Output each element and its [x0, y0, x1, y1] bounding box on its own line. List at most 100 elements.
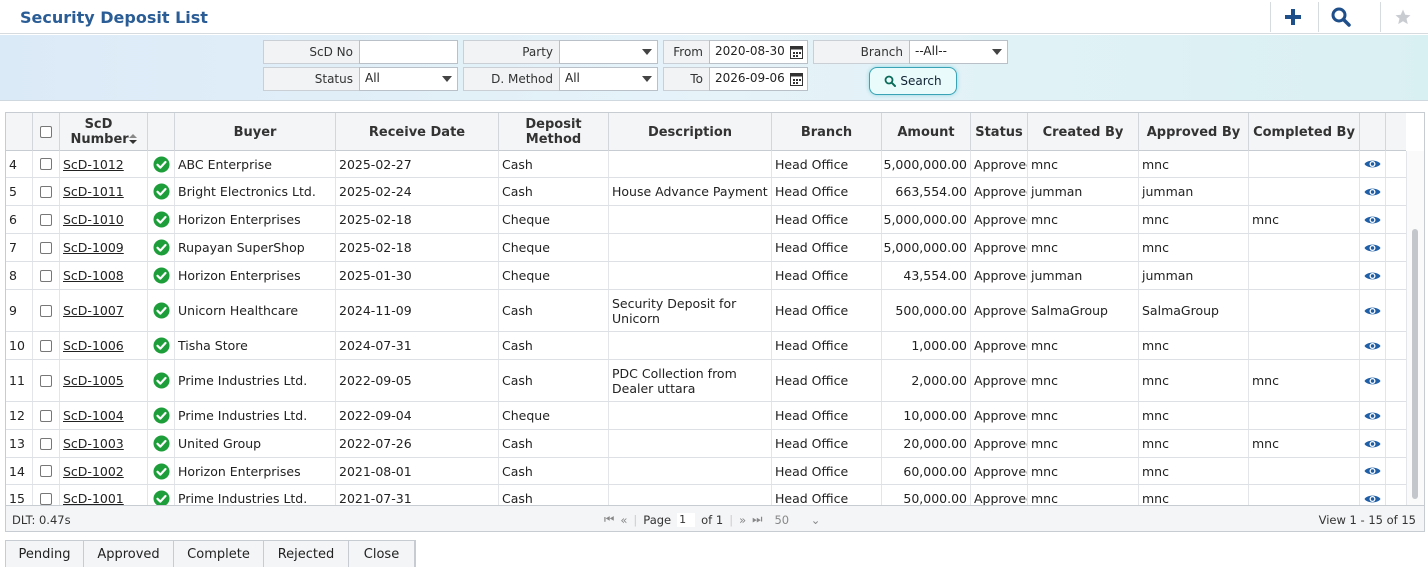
row-checkbox-cell[interactable] [33, 262, 60, 289]
calendar-icon[interactable] [790, 72, 803, 86]
page-size-select[interactable]: 50 ⌄ [774, 513, 820, 527]
row-checkbox[interactable] [40, 304, 52, 317]
favorite-button[interactable] [1380, 2, 1424, 32]
scd-number-cell[interactable]: ScD-1008 [60, 262, 148, 289]
search-toggle-button[interactable] [1318, 2, 1362, 32]
scd-number-cell[interactable]: ScD-1004 [60, 402, 148, 429]
row-checkbox[interactable] [40, 185, 52, 198]
row-checkbox-cell[interactable] [33, 430, 60, 457]
view-cell[interactable] [1360, 206, 1386, 233]
scd-number-link[interactable]: ScD-1008 [63, 268, 124, 283]
table-row[interactable]: 7 ScD-1009 Rupayan SuperShop 2025-02-18 Cheq… [6, 234, 1406, 262]
row-checkbox[interactable] [40, 437, 52, 450]
scd-number-cell[interactable]: ScD-1002 [60, 458, 148, 484]
tab-approved[interactable]: Approved [84, 541, 174, 567]
receive-date-header[interactable]: Receive Date [336, 113, 499, 151]
row-checkbox-cell[interactable] [33, 151, 60, 177]
row-checkbox-cell[interactable] [33, 290, 60, 331]
scrollbar-thumb[interactable] [1412, 229, 1418, 499]
view-cell[interactable] [1360, 178, 1386, 205]
scd-number-cell[interactable]: ScD-1010 [60, 206, 148, 233]
view-cell[interactable] [1360, 430, 1386, 457]
table-row[interactable]: 13 ScD-1003 United Group 2022-07-26 Cash Head… [6, 430, 1406, 458]
buyer-header[interactable]: Buyer [175, 113, 336, 151]
completed-by-header[interactable]: Completed By [1249, 113, 1360, 151]
row-checkbox[interactable] [40, 241, 52, 254]
view-cell[interactable] [1360, 458, 1386, 484]
row-checkbox-cell[interactable] [33, 360, 60, 401]
prev-page-icon[interactable]: « [620, 513, 627, 527]
search-button[interactable]: Search [869, 67, 957, 95]
eye-icon[interactable] [1364, 214, 1381, 226]
row-checkbox[interactable] [40, 339, 52, 352]
status-select[interactable]: All [359, 67, 458, 91]
view-cell[interactable] [1360, 290, 1386, 331]
scd-number-cell[interactable]: ScD-1011 [60, 178, 148, 205]
eye-icon[interactable] [1364, 340, 1381, 352]
eye-icon[interactable] [1364, 375, 1381, 387]
first-page-icon[interactable]: ⏮ [604, 512, 614, 527]
scd-number-cell[interactable]: ScD-1006 [60, 332, 148, 359]
table-row[interactable]: 9 ScD-1007 Unicorn Healthcare 2024-11-09 Cas… [6, 290, 1406, 332]
row-checkbox-cell[interactable] [33, 402, 60, 429]
scd-number-cell[interactable]: ScD-1007 [60, 290, 148, 331]
view-cell[interactable] [1360, 262, 1386, 289]
scd-number-link[interactable]: ScD-1011 [63, 184, 124, 199]
table-row[interactable]: 12 ScD-1004 Prime Industries Ltd. 2022-09-0… [6, 402, 1406, 430]
scd-number-cell[interactable]: ScD-1003 [60, 430, 148, 457]
view-cell[interactable] [1360, 234, 1386, 261]
status-header[interactable]: Status [971, 113, 1028, 151]
eye-icon[interactable] [1364, 410, 1381, 422]
eye-icon[interactable] [1364, 158, 1381, 170]
scd-number-cell[interactable]: ScD-1012 [60, 151, 148, 177]
row-checkbox[interactable] [40, 374, 52, 387]
scd-number-link[interactable]: ScD-1012 [63, 157, 124, 172]
row-checkbox-cell[interactable] [33, 178, 60, 205]
eye-icon[interactable] [1364, 305, 1381, 317]
tab-pending[interactable]: Pending [6, 541, 84, 567]
table-row[interactable]: 4 ScD-1012 ABC Enterprise 2025-02-27 Cash Hea… [6, 151, 1406, 178]
row-checkbox[interactable] [40, 465, 52, 477]
eye-icon[interactable] [1364, 493, 1381, 505]
grid-scrollbar[interactable] [1406, 151, 1424, 505]
from-date-input[interactable]: 2020-08-30 [709, 40, 808, 64]
page-input[interactable]: 1 [677, 512, 696, 527]
dmethod-select[interactable]: All [559, 67, 658, 91]
branch-header[interactable]: Branch [772, 113, 882, 151]
tab-complete[interactable]: Complete [174, 541, 264, 567]
row-checkbox-cell[interactable] [33, 206, 60, 233]
scd-number-cell[interactable]: ScD-1005 [60, 360, 148, 401]
to-date-input[interactable]: 2026-09-06 [709, 67, 808, 91]
scd-number-link[interactable]: ScD-1010 [63, 212, 124, 227]
eye-icon[interactable] [1364, 242, 1381, 254]
scd-number-cell[interactable]: ScD-1009 [60, 234, 148, 261]
table-row[interactable]: 8 ScD-1008 Horizon Enterprises 2025-01-30 Ch… [6, 262, 1406, 290]
description-header[interactable]: Description [609, 113, 772, 151]
row-checkbox[interactable] [40, 213, 52, 226]
view-cell[interactable] [1360, 402, 1386, 429]
eye-icon[interactable] [1364, 465, 1381, 477]
amount-header[interactable]: Amount [882, 113, 971, 151]
scd-number-header[interactable]: ScD Number [60, 113, 148, 151]
row-checkbox[interactable] [40, 269, 52, 282]
scd-number-link[interactable]: ScD-1003 [63, 436, 124, 451]
eye-icon[interactable] [1364, 270, 1381, 282]
row-checkbox[interactable] [40, 158, 52, 170]
row-checkbox-cell[interactable] [33, 458, 60, 484]
table-row[interactable]: 6 ScD-1010 Horizon Enterprises 2025-02-18 Ch… [6, 206, 1406, 234]
created-by-header[interactable]: Created By [1028, 113, 1139, 151]
eye-icon[interactable] [1364, 438, 1381, 450]
sort-icon[interactable] [128, 134, 137, 144]
add-button[interactable] [1270, 2, 1314, 32]
calendar-icon[interactable] [790, 45, 803, 59]
tab-close[interactable]: Close [349, 541, 415, 567]
scd-number-link[interactable]: ScD-1009 [63, 240, 124, 255]
table-row[interactable]: 14 ScD-1002 Horizon Enterprises 2021-08-01 C… [6, 458, 1406, 485]
scd-number-link[interactable]: ScD-1006 [63, 338, 124, 353]
table-row[interactable]: 10 ScD-1006 Tisha Store 2024-07-31 Cash Head … [6, 332, 1406, 360]
eye-icon[interactable] [1364, 186, 1381, 198]
tab-rejected[interactable]: Rejected [264, 541, 349, 567]
table-row[interactable]: 5 ScD-1011 Bright Electronics Ltd. 2025-02-… [6, 178, 1406, 206]
scd-number-link[interactable]: ScD-1007 [63, 303, 124, 318]
table-row[interactable]: 11 ScD-1005 Prime Industries Ltd. 2022-09-0… [6, 360, 1406, 402]
